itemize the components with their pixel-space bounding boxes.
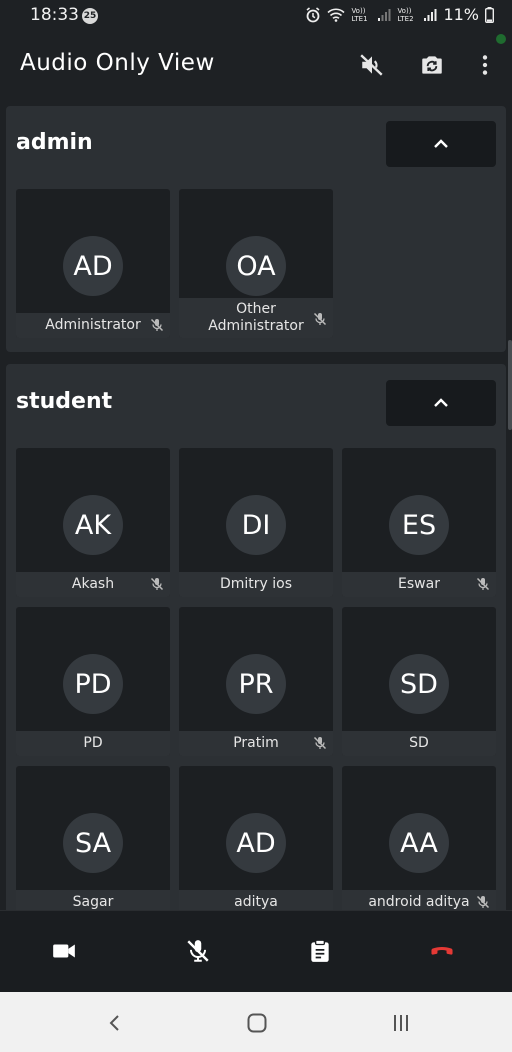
status-icons: Vo)) LTE1 Vo)) LTE2 11% bbox=[305, 5, 494, 24]
participant-tile[interactable]: SA Sagar bbox=[16, 766, 170, 910]
signal-icon bbox=[424, 8, 437, 21]
participant-name: Dmitry ios bbox=[219, 576, 293, 592]
sim1-label: Vo)) LTE1 bbox=[351, 6, 368, 23]
switch-camera-icon bbox=[422, 56, 442, 74]
participant-footer: PD bbox=[16, 731, 170, 756]
sim2-label: Vo)) LTE2 bbox=[397, 6, 414, 23]
participant-footer: Other Administrator bbox=[179, 298, 333, 338]
home-icon bbox=[247, 1013, 267, 1033]
avatar: SD bbox=[389, 654, 449, 714]
participant-footer: Administrator bbox=[16, 313, 170, 338]
mic-toggle-button[interactable] bbox=[180, 933, 216, 969]
avatar: SA bbox=[63, 813, 123, 873]
system-nav-bar bbox=[0, 992, 512, 1052]
end-call-button[interactable] bbox=[424, 933, 460, 969]
participant-tile[interactable]: OA Other Administrator bbox=[179, 189, 333, 338]
recents-button[interactable] bbox=[386, 1008, 416, 1038]
participant-name: Other Administrator bbox=[208, 301, 304, 334]
mic-off-icon bbox=[150, 577, 164, 591]
participant-footer: Sagar bbox=[16, 890, 170, 910]
more-vert-icon bbox=[482, 55, 488, 75]
video-camera-icon bbox=[53, 944, 75, 958]
section-title: admin bbox=[16, 130, 93, 155]
avatar: PD bbox=[63, 654, 123, 714]
mic-off-icon bbox=[150, 318, 164, 332]
clipboard-icon bbox=[311, 939, 329, 962]
call-controls bbox=[0, 910, 512, 992]
participant-footer: Eswar bbox=[342, 572, 496, 597]
avatar: OA bbox=[226, 236, 286, 296]
participant-name: Akash bbox=[71, 576, 115, 592]
mic-off-icon bbox=[476, 895, 490, 909]
participant-footer: SD bbox=[342, 731, 496, 756]
mic-off-icon bbox=[187, 940, 209, 962]
participant-tile[interactable]: AA android aditya bbox=[342, 766, 496, 910]
mic-off-icon bbox=[313, 312, 327, 326]
more-options-button[interactable] bbox=[470, 50, 500, 80]
participant-footer: Pratim bbox=[179, 731, 333, 756]
battery-percent: 11% bbox=[443, 5, 479, 24]
scrollbar[interactable] bbox=[508, 340, 512, 430]
avatar: AD bbox=[63, 236, 123, 296]
participant-name: SD bbox=[409, 735, 429, 751]
switch-camera-button[interactable] bbox=[417, 50, 447, 80]
collapse-student-button[interactable] bbox=[386, 380, 496, 426]
end-call-icon bbox=[431, 947, 453, 955]
volume-off-icon bbox=[360, 54, 383, 76]
back-icon bbox=[109, 1015, 119, 1031]
participant-footer: android aditya bbox=[342, 890, 496, 910]
chevron-up-icon bbox=[434, 139, 448, 148]
participant-tile[interactable]: AD aditya bbox=[179, 766, 333, 910]
section-student: student AK Akash DI Dmitry ios ES Eswar … bbox=[6, 364, 506, 910]
participant-tile[interactable]: AK Akash bbox=[16, 448, 170, 597]
participant-footer: Dmitry ios bbox=[179, 572, 333, 597]
wifi-icon bbox=[327, 8, 345, 22]
avatar: AA bbox=[389, 813, 449, 873]
participant-tile[interactable]: DI Dmitry ios bbox=[179, 448, 333, 597]
app-bar: Audio Only View bbox=[0, 32, 512, 96]
page-title: Audio Only View bbox=[20, 50, 215, 76]
battery-icon bbox=[485, 6, 494, 23]
recents-icon bbox=[394, 1015, 408, 1031]
participant-footer: aditya bbox=[179, 890, 333, 910]
status-time: 18:33 bbox=[30, 5, 79, 25]
participant-tile[interactable]: SD SD bbox=[342, 607, 496, 756]
avatar: AD bbox=[226, 813, 286, 873]
mic-off-icon bbox=[313, 736, 327, 750]
participant-tile[interactable]: AD Administrator bbox=[16, 189, 170, 338]
participant-name: aditya bbox=[234, 894, 278, 910]
collapse-admin-button[interactable] bbox=[386, 121, 496, 167]
back-button[interactable] bbox=[100, 1008, 130, 1038]
speaker-mute-button[interactable] bbox=[357, 50, 387, 80]
participants-list[interactable]: admin AD Administrator OA Other Administ… bbox=[0, 96, 512, 910]
chevron-up-icon bbox=[434, 398, 448, 407]
participant-name: android aditya bbox=[368, 894, 470, 910]
avatar: DI bbox=[226, 495, 286, 555]
mic-off-icon bbox=[476, 577, 490, 591]
signal-icon bbox=[378, 8, 391, 21]
participant-name: Administrator bbox=[45, 317, 141, 333]
section-admin: admin AD Administrator OA Other Administ… bbox=[6, 106, 506, 352]
avatar: PR bbox=[226, 654, 286, 714]
notes-button[interactable] bbox=[302, 933, 338, 969]
participant-tile[interactable]: PD PD bbox=[16, 607, 170, 756]
home-button[interactable] bbox=[242, 1008, 272, 1038]
participant-name: Sagar bbox=[72, 894, 114, 910]
status-bar: 18:33 25 Vo)) LTE1 Vo)) LTE2 11% bbox=[0, 0, 512, 32]
alarm-icon bbox=[306, 6, 320, 22]
participant-name: Pratim bbox=[233, 735, 279, 751]
participant-tile[interactable]: ES Eswar bbox=[342, 448, 496, 597]
participant-tile[interactable]: PR Pratim bbox=[179, 607, 333, 756]
avatar: AK bbox=[63, 495, 123, 555]
video-toggle-button[interactable] bbox=[46, 933, 82, 969]
camera-indicator bbox=[496, 34, 506, 44]
participant-name: Eswar bbox=[398, 576, 440, 592]
participant-name: PD bbox=[83, 735, 103, 751]
avatar: ES bbox=[389, 495, 449, 555]
section-title: student bbox=[16, 389, 113, 414]
notification-badge: 25 bbox=[82, 8, 98, 24]
participant-footer: Akash bbox=[16, 572, 170, 597]
